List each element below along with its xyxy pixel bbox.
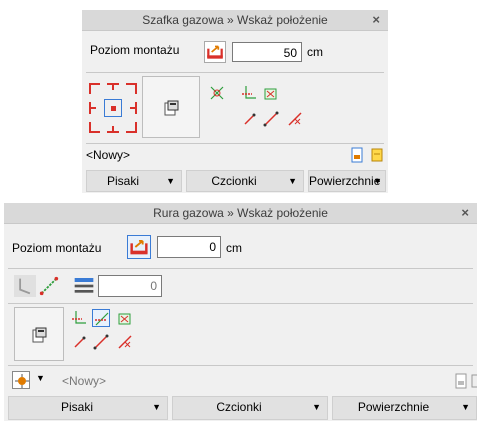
anchor-bottom-right-icon[interactable] <box>122 118 140 136</box>
line-start-icon[interactable] <box>70 333 88 351</box>
surfaces-label: Powierzchnie <box>309 174 381 188</box>
properties-icon <box>164 100 179 116</box>
separator <box>86 72 384 73</box>
line-draw-icon[interactable] <box>92 333 110 351</box>
level-label: Poziom montażu <box>12 241 102 255</box>
rura-panel: Rura gazowa » Wskaż położenie × Poziom m… <box>4 203 477 421</box>
level-pick-icon[interactable] <box>204 41 226 63</box>
panel-title: Szafka gazowa » Wskaż położenie <box>142 13 328 27</box>
chevron-down-icon: ▼ <box>166 176 175 186</box>
panel-title: Rura gazowa » Wskaż położenie <box>153 206 328 220</box>
anchor-grid <box>86 80 140 138</box>
anchor-right-icon[interactable] <box>122 99 140 117</box>
chevron-down-icon: ▼ <box>152 402 161 412</box>
level-label: Poziom montażu <box>90 43 180 57</box>
pens-dropdown[interactable]: Pisaki ▼ <box>8 396 168 420</box>
szafka-panel: Szafka gazowa » Wskaż położenie × Poziom… <box>82 10 388 193</box>
pens-dropdown[interactable]: Pisaki ▼ <box>86 170 182 192</box>
properties-icon <box>32 327 47 343</box>
close-icon[interactable]: × <box>461 203 469 223</box>
surfaces-dropdown[interactable]: Powierzchnie ▼ <box>332 396 477 420</box>
separator <box>8 268 473 269</box>
surfaces-dropdown[interactable]: Powierzchnie ▼ <box>308 170 386 192</box>
separator <box>86 143 384 144</box>
anchor-bottom-left-icon[interactable] <box>86 118 104 136</box>
line-start-icon[interactable] <box>240 110 258 128</box>
separator <box>8 303 473 304</box>
tag-icon[interactable] <box>470 372 477 390</box>
chevron-down-icon: ▼ <box>36 373 45 383</box>
fonts-dropdown[interactable]: Czcionki ▼ <box>172 396 328 420</box>
name-value: <Nowy> <box>86 148 131 162</box>
level-pick-icon[interactable] <box>127 235 151 259</box>
anchor-top-left-icon[interactable] <box>86 80 104 98</box>
fonts-dropdown[interactable]: Czcionki ▼ <box>186 170 304 192</box>
insert-box-icon[interactable] <box>116 309 134 327</box>
unit-label: cm <box>307 45 323 59</box>
panel-title-bar: Szafka gazowa » Wskaż położenie × <box>82 10 388 31</box>
anchor-left-icon[interactable] <box>86 99 104 117</box>
layers-icon[interactable] <box>72 274 96 298</box>
properties-button[interactable] <box>14 307 64 361</box>
line-draw-icon[interactable] <box>262 110 280 128</box>
pens-label: Pisaki <box>106 174 139 188</box>
insert-point-icon[interactable] <box>70 309 88 327</box>
name-value: <Nowy> <box>62 374 107 388</box>
pens-label: Pisaki <box>60 400 93 414</box>
level-input[interactable]: 0 <box>157 236 221 258</box>
line-delete-icon[interactable] <box>116 333 134 351</box>
insert-point-icon[interactable] <box>240 84 258 102</box>
tag-icon[interactable] <box>368 146 386 164</box>
chevron-down-icon: ▼ <box>373 176 382 186</box>
new-doc-icon[interactable] <box>452 372 470 390</box>
insert-diagonal-icon[interactable] <box>92 309 110 327</box>
pipe-line-icon[interactable] <box>38 275 60 297</box>
panel-title-bar: Rura gazowa » Wskaż położenie × <box>4 203 477 224</box>
unit-label: cm <box>226 241 242 255</box>
close-icon[interactable]: × <box>372 10 380 30</box>
properties-button[interactable] <box>142 76 200 138</box>
chevron-down-icon: ▼ <box>288 176 297 186</box>
style-picker-button[interactable]: ▼ <box>12 370 54 390</box>
new-doc-icon[interactable] <box>348 146 366 164</box>
insert-box-icon[interactable] <box>262 84 280 102</box>
line-delete-icon[interactable] <box>286 110 304 128</box>
anchor-top-right-icon[interactable] <box>122 80 140 98</box>
anchor-top-icon[interactable] <box>104 80 122 98</box>
chevron-down-icon: ▼ <box>312 402 321 412</box>
chevron-down-icon: ▼ <box>461 402 470 412</box>
pipe-bend-icon[interactable] <box>14 275 36 297</box>
sun-icon <box>12 371 30 389</box>
fonts-label: Czcionki <box>216 400 262 414</box>
separator <box>8 365 473 366</box>
fonts-label: Czcionki <box>211 174 257 188</box>
anchor-center-icon[interactable] <box>104 99 122 117</box>
rotate-snap-icon[interactable] <box>208 84 226 102</box>
count-input[interactable]: 0 <box>98 275 162 297</box>
surfaces-label: Powierzchnie <box>357 400 430 414</box>
level-input[interactable]: 50 <box>232 42 302 62</box>
anchor-bottom-icon[interactable] <box>104 118 122 136</box>
